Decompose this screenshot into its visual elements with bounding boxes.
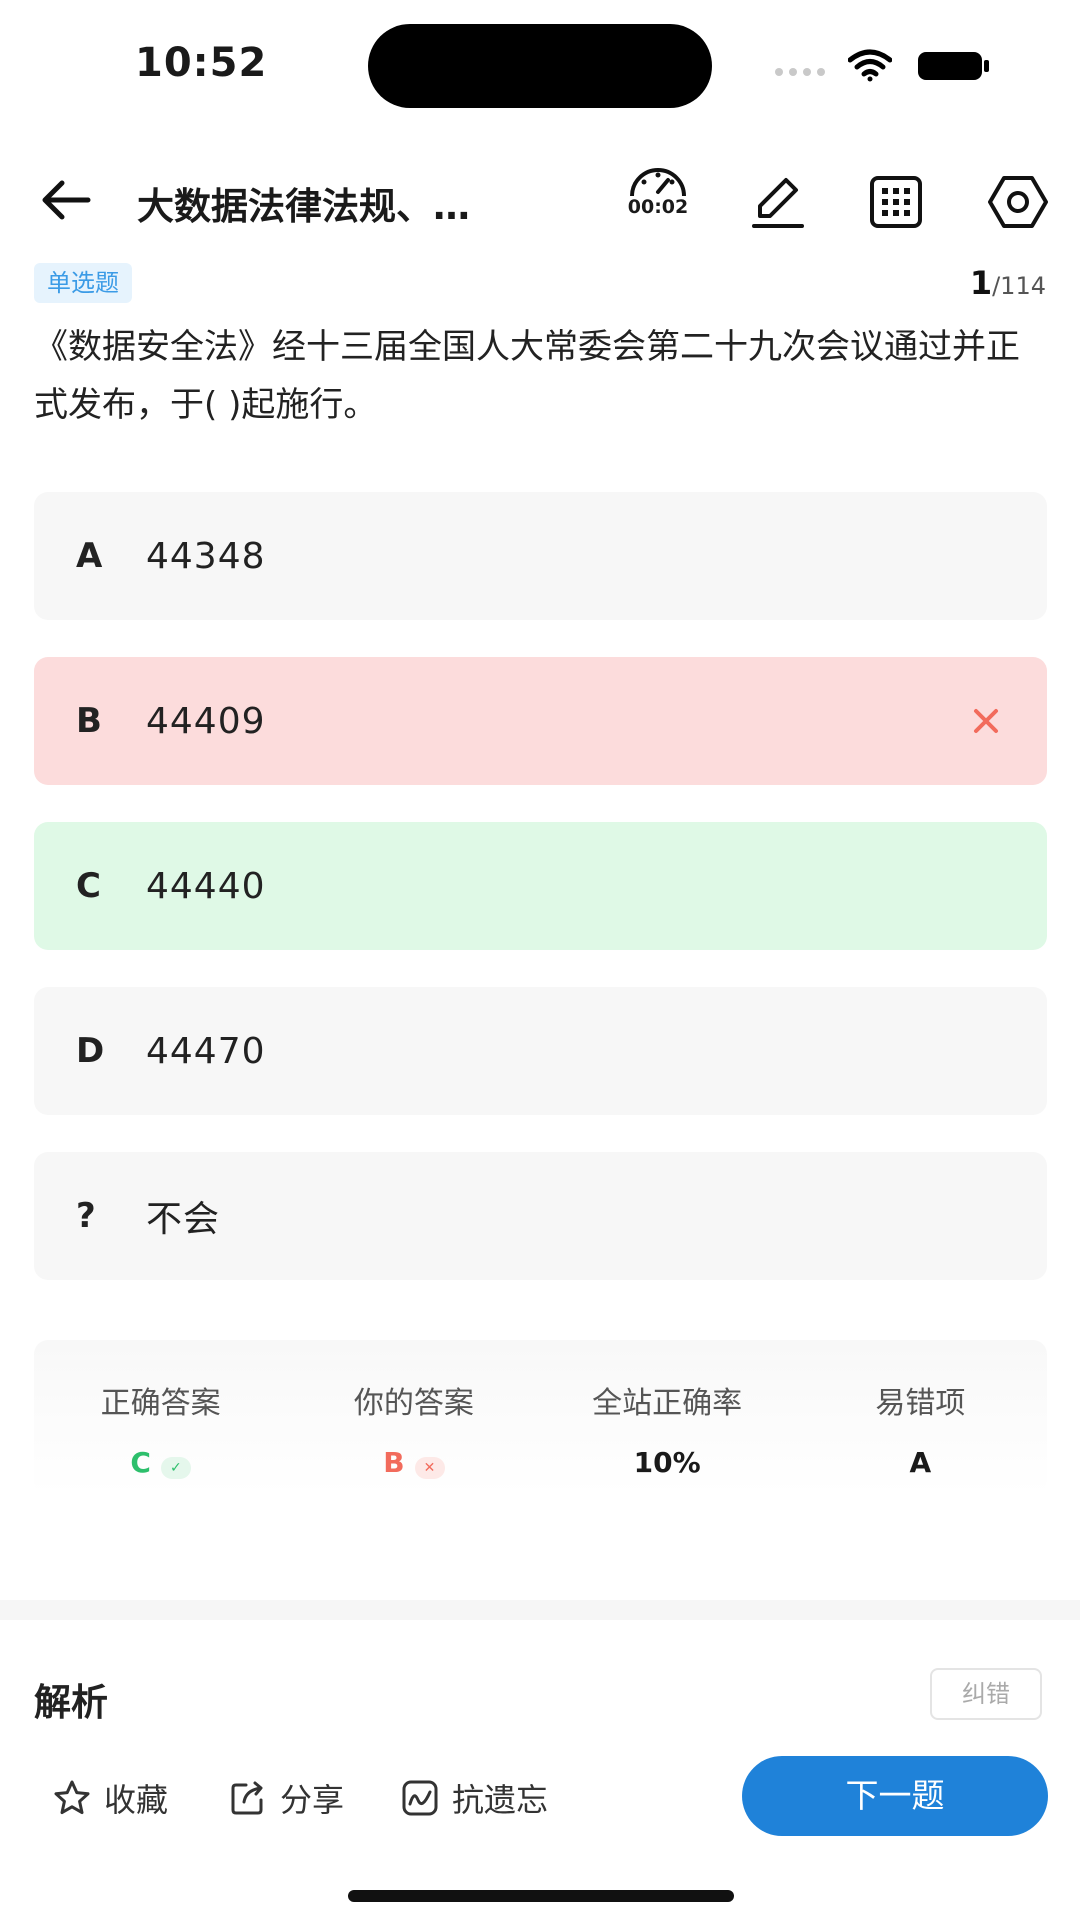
stat-correct-rate: 全站正确率 10% [541, 1340, 794, 1495]
pencil-icon[interactable] [746, 170, 810, 234]
status-time: 10:52 [135, 40, 268, 86]
stat-correct-answer: 正确答案 C ✓ [34, 1340, 287, 1495]
favorite-button[interactable]: 收藏 [52, 1774, 168, 1822]
bottom-bar: 收藏 分享 抗遗忘 下一题 [0, 1740, 1080, 1850]
option-a[interactable]: A 44348 [34, 492, 1047, 620]
dynamic-island [368, 24, 712, 108]
favorite-label: 收藏 [104, 1781, 169, 1819]
anti-forget-label: 抗遗忘 [452, 1781, 549, 1819]
question-counter: 1/114 [970, 264, 1046, 302]
option-text: 44348 [146, 535, 266, 577]
option-d[interactable]: D 44470 [34, 987, 1047, 1115]
stat-value: B [383, 1446, 405, 1479]
back-arrow-icon[interactable] [38, 175, 94, 225]
share-label: 分享 [280, 1781, 345, 1819]
stat-label: 正确答案 [100, 1386, 221, 1421]
answer-stats: 正确答案 C ✓ 你的答案 B ✕ 全站正确率 10% 易错项 A [34, 1340, 1047, 1495]
status-bar: 10:52 [0, 0, 1080, 130]
report-error-button[interactable]: 纠错 [930, 1668, 1042, 1720]
nav-bar: 大数据法律法规、… 00:02 [0, 150, 1080, 250]
next-question-button[interactable]: 下一题 [742, 1756, 1048, 1836]
option-text: 不会 [146, 1199, 221, 1240]
wifi-icon [848, 49, 892, 82]
close-icon [974, 709, 998, 733]
option-letter: ? [76, 1196, 96, 1236]
question-type-badge: 单选题 [34, 263, 132, 303]
home-indicator [348, 1890, 734, 1902]
anti-forget-button[interactable]: 抗遗忘 [400, 1774, 548, 1822]
share-button[interactable]: 分享 [228, 1774, 344, 1822]
stat-value: C [130, 1446, 151, 1479]
stat-label: 你的答案 [353, 1386, 474, 1421]
analysis-title: 解析 [34, 1681, 108, 1724]
grid-icon[interactable] [864, 170, 928, 234]
star-icon [54, 1780, 90, 1815]
stat-your-answer: 你的答案 B ✕ [287, 1340, 540, 1495]
question-total: /114 [992, 272, 1046, 300]
battery-icon [918, 52, 989, 80]
option-letter: B [76, 701, 102, 741]
check-icon: ✓ [160, 1456, 191, 1479]
page-title: 大数据法律法规、… [137, 185, 470, 228]
section-divider [0, 1600, 1080, 1620]
option-letter: A [76, 536, 103, 576]
stat-label: 全站正确率 [592, 1386, 743, 1421]
stat-common-error: 易错项 A [794, 1340, 1047, 1495]
option-text: 44409 [146, 700, 266, 742]
option-b[interactable]: B 44409 [34, 657, 1047, 785]
option-c[interactable]: C 44440 [34, 822, 1047, 950]
stat-value: A [909, 1446, 932, 1479]
timer[interactable]: 00:02 [618, 162, 698, 242]
chart-icon [402, 1780, 438, 1816]
option-text: 44440 [146, 865, 266, 907]
option-dont-know[interactable]: ? 不会 [34, 1152, 1047, 1280]
speedometer-icon [630, 168, 686, 197]
timer-text: 00:02 [627, 196, 689, 218]
option-letter: D [76, 1031, 105, 1071]
option-letter: C [76, 866, 101, 906]
close-icon: ✕ [414, 1456, 445, 1479]
signal-icon [775, 68, 831, 76]
question-current: 1 [969, 264, 993, 302]
question-text: 《数据安全法》经十三届全国人大常委会第二十九次会议通过并正式发布，于( )起施行… [34, 327, 1020, 425]
stat-value: 10% [633, 1446, 701, 1479]
option-text: 44470 [146, 1030, 266, 1072]
hexagon-settings-icon[interactable] [986, 170, 1050, 234]
share-icon [231, 1781, 263, 1815]
stat-label: 易错项 [875, 1386, 966, 1421]
